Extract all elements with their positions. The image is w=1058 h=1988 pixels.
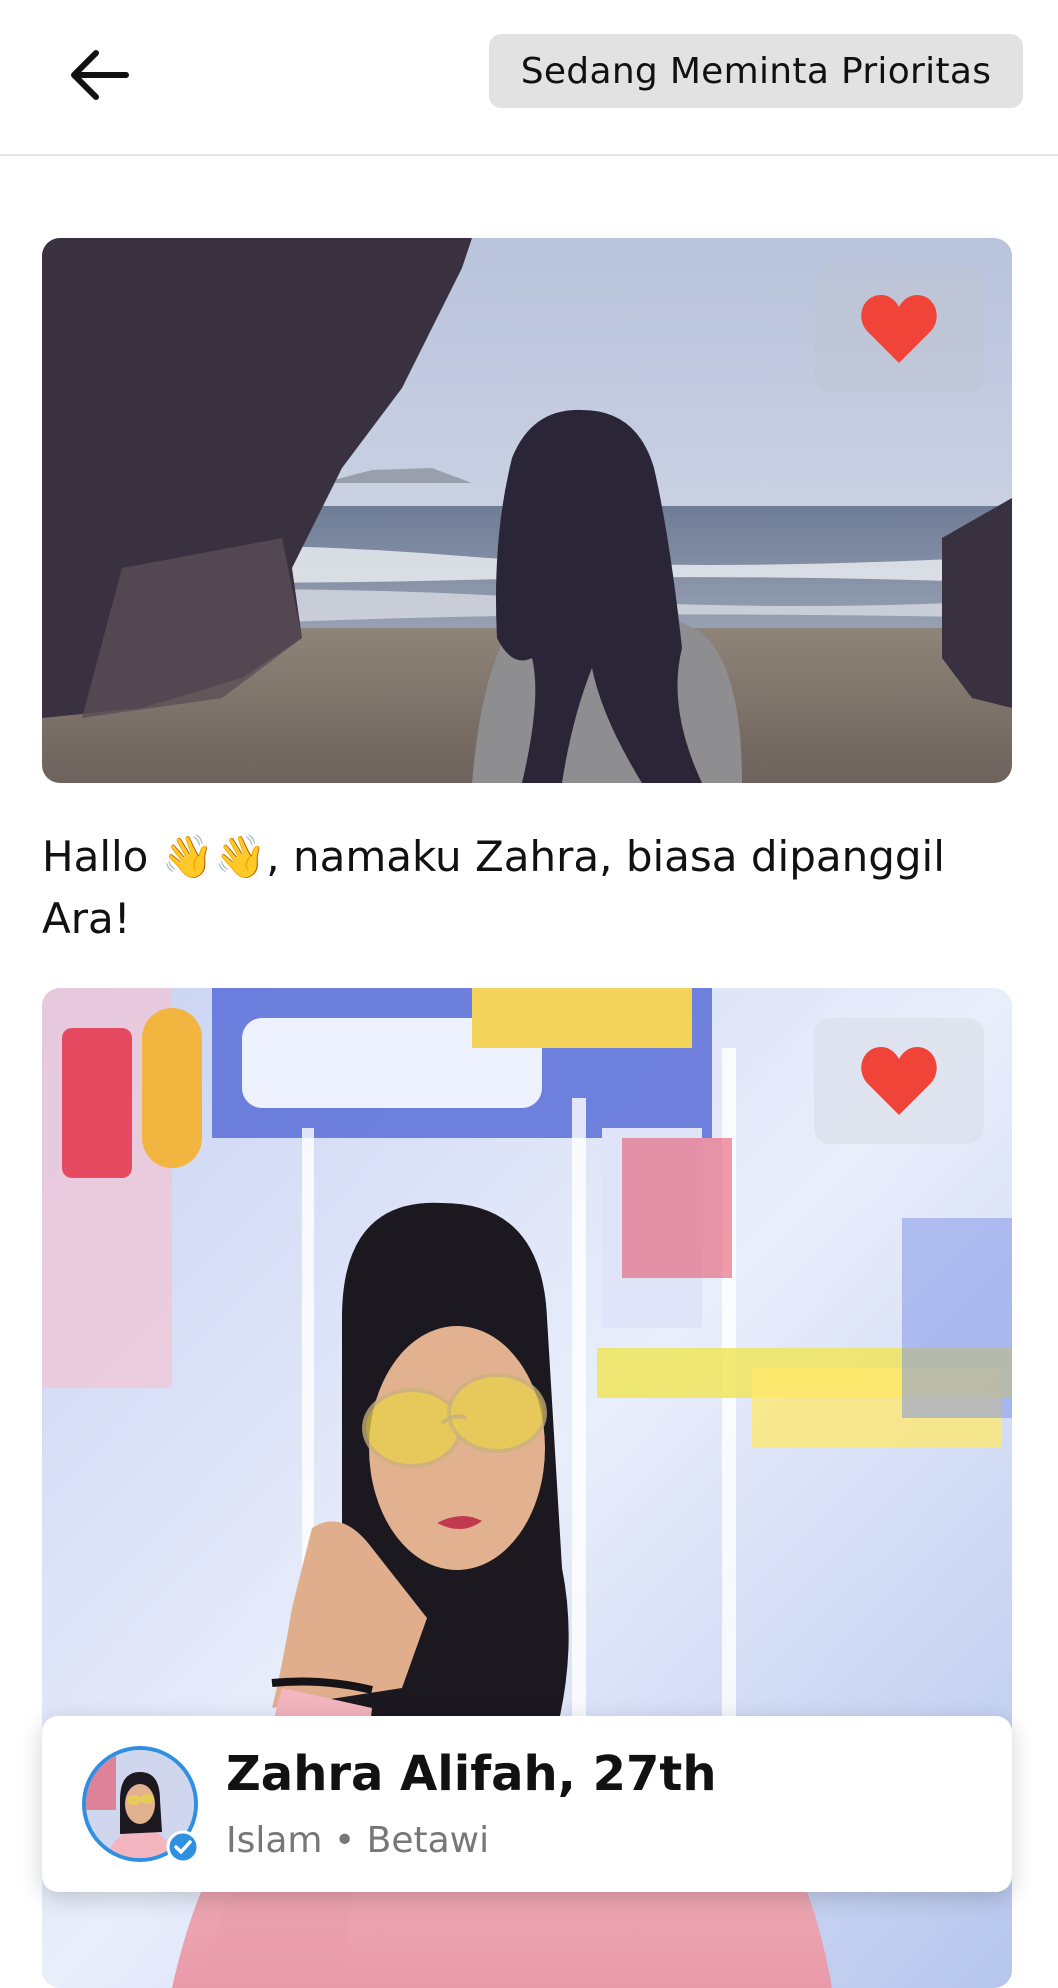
intro-text: Hallo 👋👋, namaku Zahra, biasa dipanggil … — [42, 832, 945, 943]
priority-status-badge[interactable]: Sedang Meminta Prioritas — [489, 34, 1023, 108]
arrow-left-icon — [71, 50, 129, 100]
top-bar: Sedang Meminta Prioritas — [0, 0, 1058, 156]
profile-religion-ethnicity: Islam • Betawi — [226, 1820, 490, 1861]
profile-name: Zahra Alifah, 27th — [226, 1746, 717, 1802]
like-button[interactable] — [814, 266, 984, 392]
verified-badge-icon — [166, 1830, 200, 1864]
like-button[interactable] — [814, 1018, 984, 1144]
back-button[interactable] — [58, 40, 138, 110]
profile-photo-1 — [42, 238, 1012, 783]
profile-summary-card[interactable]: Zahra Alifah, 27th Islam • Betawi — [42, 1716, 1012, 1892]
heart-icon — [861, 1047, 937, 1115]
heart-icon — [861, 295, 937, 363]
